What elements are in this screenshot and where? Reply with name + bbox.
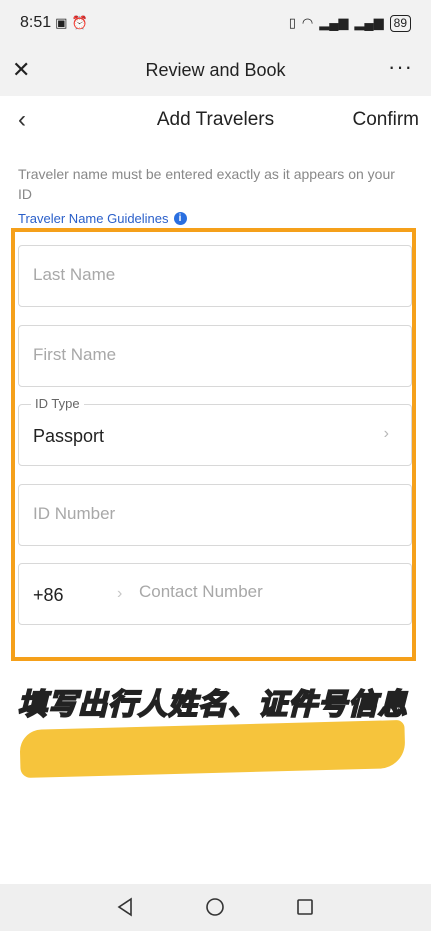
system-nav-bar bbox=[0, 884, 431, 931]
nav-recents-icon[interactable] bbox=[294, 896, 316, 918]
last-name-placeholder: Last Name bbox=[33, 265, 116, 284]
page-nav-bar: ‹ Add Travelers Confirm bbox=[0, 96, 431, 144]
header-title: Review and Book bbox=[145, 60, 286, 80]
caption-text: 填写出行人姓名、证件号信息 bbox=[17, 686, 409, 722]
confirm-button[interactable]: Confirm bbox=[352, 109, 419, 131]
caption-highlight-brush bbox=[19, 719, 406, 779]
id-number-placeholder: ID Number bbox=[33, 504, 116, 523]
guidelines-label[interactable]: Traveler Name Guidelines bbox=[18, 211, 169, 226]
contact-number-placeholder: Contact Number bbox=[139, 582, 263, 601]
chevron-right-icon: › bbox=[117, 585, 123, 602]
status-time: 8:51 bbox=[20, 14, 52, 31]
wifi-icon: ◠ bbox=[301, 15, 314, 30]
guidelines-link[interactable]: Traveler Name Guidelines i bbox=[18, 211, 187, 226]
nav-back-icon[interactable] bbox=[115, 896, 137, 918]
app-header: ✕ Review and Book ··· bbox=[0, 46, 431, 96]
vibrate-icon: ▯ bbox=[288, 15, 296, 30]
contact-number-field[interactable]: +86 › Contact Number bbox=[18, 563, 412, 625]
last-name-field[interactable]: Last Name bbox=[18, 245, 412, 307]
first-name-placeholder: First Name bbox=[33, 345, 117, 364]
id-type-value: Passport bbox=[33, 426, 105, 446]
country-code-selector[interactable]: +86 bbox=[33, 585, 64, 606]
id-type-label: ID Type bbox=[31, 396, 84, 411]
chevron-right-icon: › bbox=[383, 425, 389, 442]
status-bar: 8:51 ▣ ⏰ ▯ ◠ ▂▄▆ ▂▄▆ 89 bbox=[0, 0, 431, 46]
first-name-field[interactable]: First Name bbox=[18, 325, 412, 387]
battery-indicator: 89 bbox=[389, 14, 411, 32]
nav-home-icon[interactable] bbox=[204, 896, 226, 918]
signal-icon: ▂▄▆ bbox=[319, 15, 349, 30]
id-type-select[interactable]: ID Type Passport › bbox=[18, 396, 412, 466]
info-icon[interactable]: i bbox=[173, 212, 187, 225]
name-notice: Traveler name must be entered exactly as… bbox=[18, 166, 395, 202]
nfc-icon: ▣ bbox=[55, 15, 68, 30]
id-number-field[interactable]: ID Number bbox=[18, 484, 412, 546]
signal-2-icon: ▂▄▆ bbox=[354, 15, 384, 30]
more-icon[interactable]: ··· bbox=[388, 54, 413, 80]
alarm-icon: ⏰ bbox=[71, 15, 88, 30]
